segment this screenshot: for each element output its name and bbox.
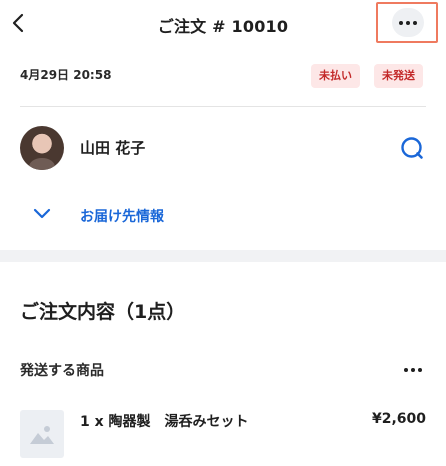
chat-icon[interactable] [398,134,426,162]
header: ご注文 # 10010 [0,0,446,50]
customer-name: 山田 花子 [80,139,146,157]
items-section-header: 発送する商品 [0,352,446,388]
product-image-placeholder [20,410,64,458]
chevron-down-icon [33,208,51,219]
section-separator [0,250,446,262]
more-horizontal-icon [399,20,403,25]
avatar [20,126,64,170]
more-options-button[interactable] [392,8,424,37]
list-item[interactable]: 1 x 陶器製 湯呑みセット ¥2,600 [0,402,446,464]
divider [20,106,426,107]
product-name: 1 x 陶器製 湯呑みセット [80,414,249,430]
items-section-label: 発送する商品 [20,363,104,379]
customer-row[interactable]: 山田 花子 [0,120,446,176]
items-more-button[interactable] [401,360,425,380]
delivery-info-toggle[interactable]: お届け先情報 [0,196,446,236]
order-meta: 4月29日 20:58 未払い 未発送 [0,58,446,98]
delivery-info-label: お届け先情報 [80,209,164,225]
more-horizontal-icon [404,368,408,372]
shipping-status-badge: 未発送 [374,64,423,88]
image-placeholder-icon [30,426,54,444]
product-price: ¥2,600 [371,411,426,427]
payment-status-badge: 未払い [311,64,360,88]
order-contents-title: ご注文内容（1点） [20,301,186,323]
order-date: 4月29日 20:58 [20,68,112,82]
